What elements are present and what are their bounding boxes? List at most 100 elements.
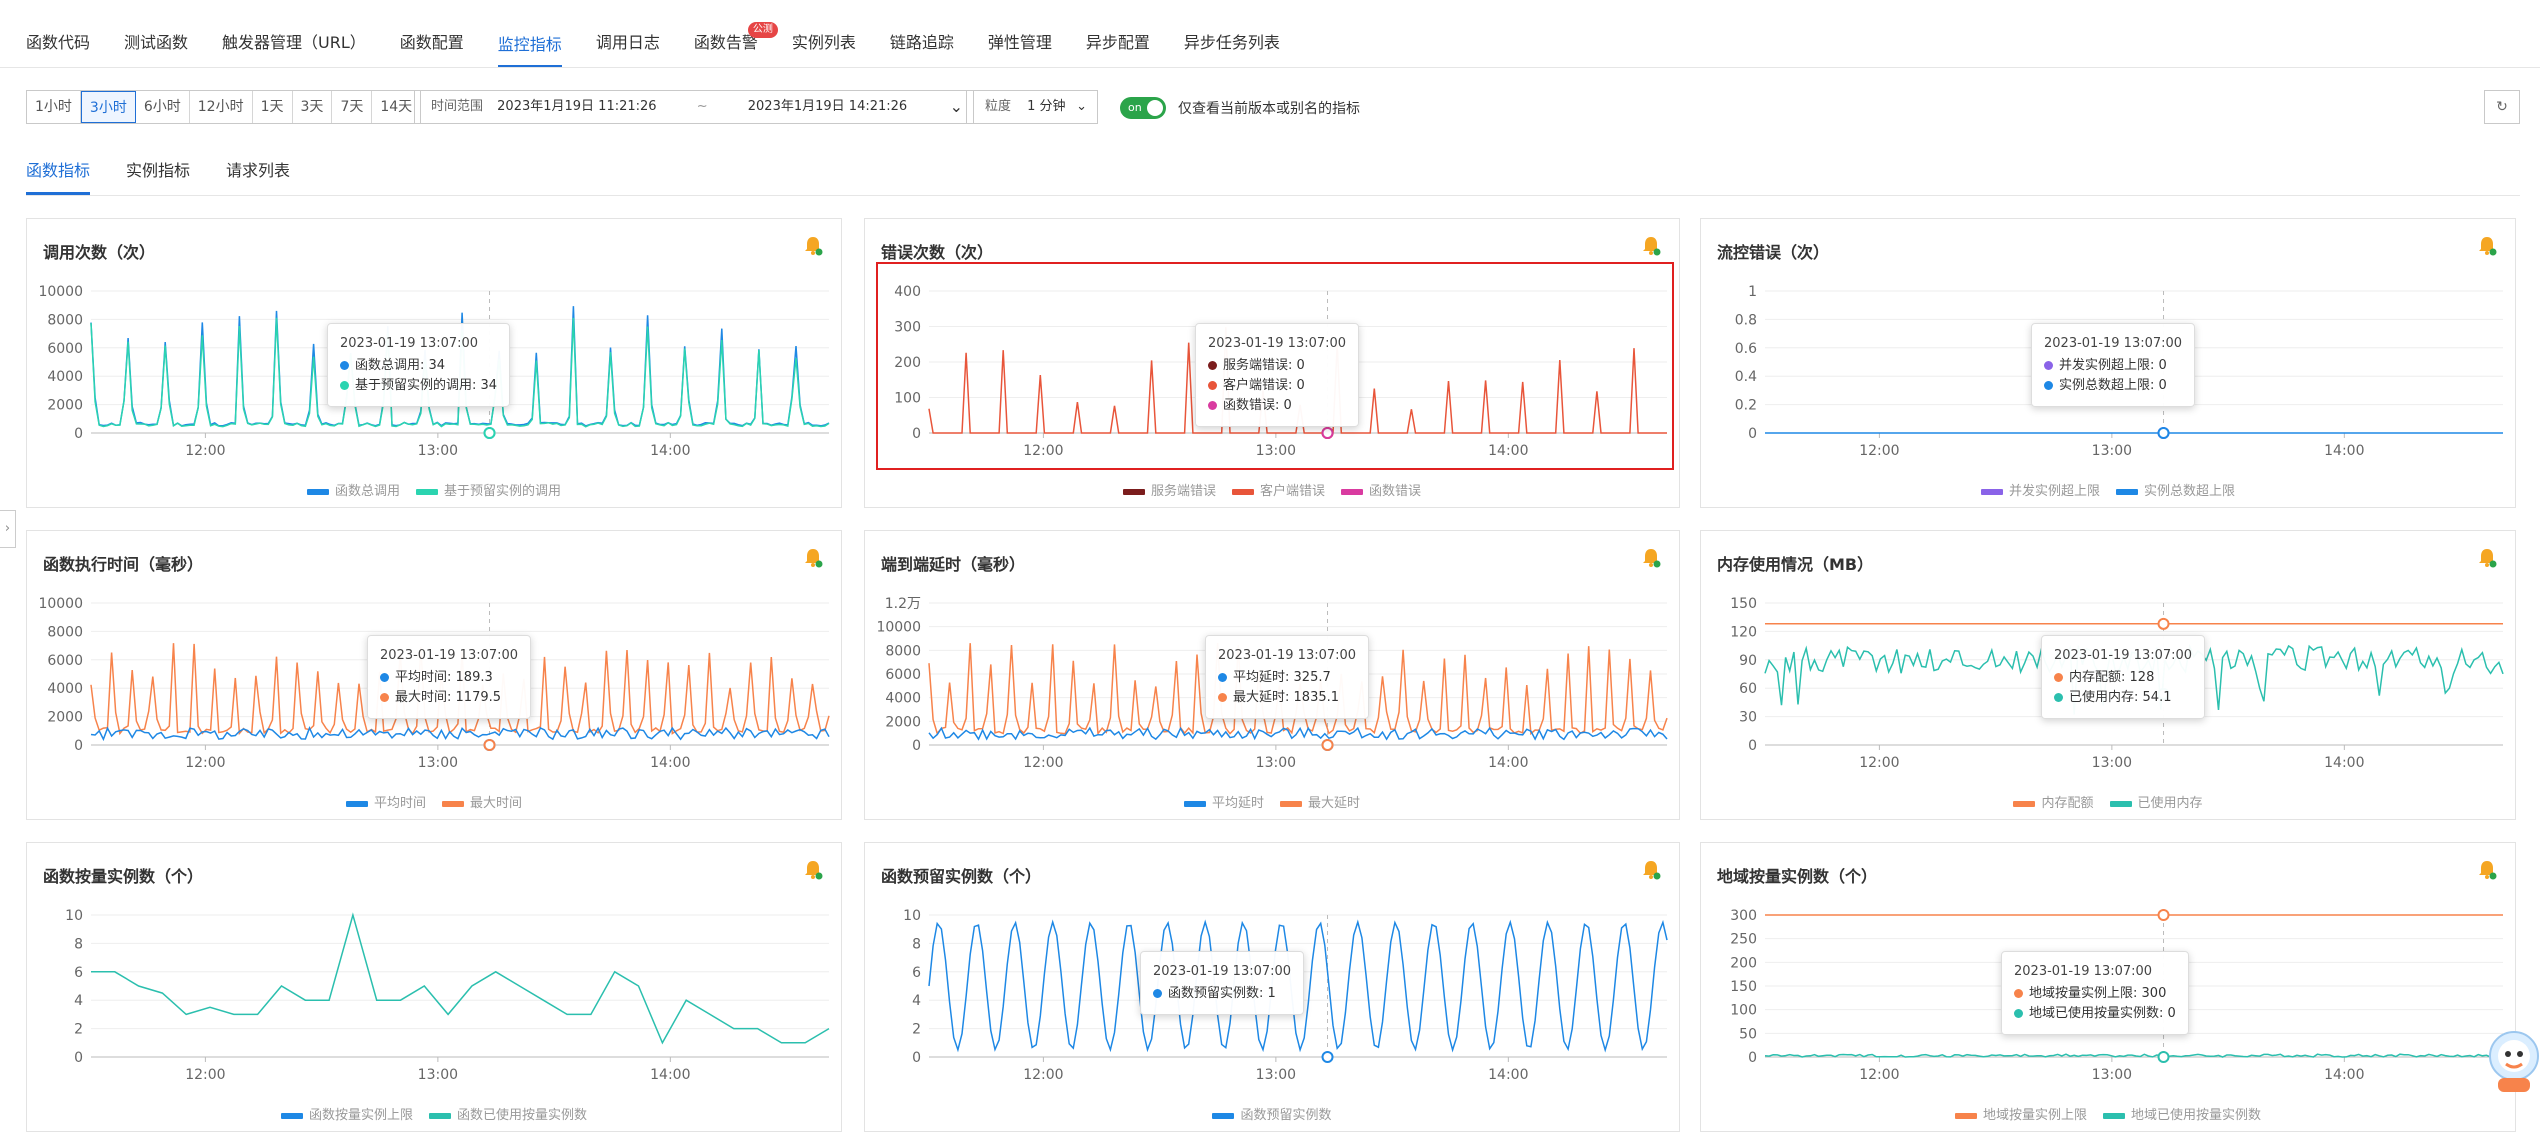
tooltip-series-label: 已使用内存 (2069, 690, 2135, 705)
tooltip-series-value: 300 (2141, 986, 2167, 1001)
y-tick-label: 2000 (47, 398, 83, 414)
legend-label: 最大延时 (1308, 796, 1361, 811)
assistant-avatar-icon[interactable] (2480, 1026, 2540, 1096)
tab-test-function[interactable]: 测试函数 (124, 18, 188, 68)
chart-card: 函数预留实例数（个） 10 8 6 4 2 0 12:00 13:00 14:00 函数预留实例数 2… (864, 842, 1680, 1132)
tooltip-separator: : (1275, 398, 1284, 413)
filter-bar: 1小时 3小时 6小时 12小时 1天 3天 7天 14天 时间范围 2023年… (26, 90, 2520, 124)
tab-trigger-management[interactable]: 触发器管理（URL） (222, 18, 366, 68)
tooltip-separator: : (1288, 378, 1297, 393)
y-tick-label: 1 (1748, 284, 1757, 300)
legend-item[interactable]: 已使用内存 (2109, 792, 2203, 811)
y-tick-label: 8 (912, 936, 921, 952)
tooltip-series-dot (2054, 673, 2063, 682)
hover-point-marker (2157, 617, 2170, 630)
legend-item[interactable]: 函数按量实例上限 (280, 1104, 413, 1123)
legend-swatch (442, 800, 464, 807)
chart-legend: 地域按量实例上限 地域已使用按量实例数 (1701, 1104, 2515, 1123)
tooltip-series-label: 函数错误 (1223, 398, 1276, 413)
tooltip-date: 2023-01-19 13:07:00 (340, 336, 479, 351)
granularity-select[interactable]: 粒度 1 分钟 ⌄ (966, 90, 1098, 124)
x-tick-label: 13:00 (418, 755, 458, 771)
range-3d-button[interactable]: 3天 (293, 91, 333, 123)
legend-item[interactable]: 平均延时 (1183, 792, 1264, 811)
y-tick-label: 100 (894, 391, 921, 407)
y-tick-label: 200 (1730, 955, 1757, 971)
range-12h-button[interactable]: 12小时 (190, 91, 253, 123)
legend-item[interactable]: 地域已使用按量实例数 (2103, 1104, 2261, 1123)
range-1d-button[interactable]: 1天 (253, 91, 293, 123)
tooltip-series-value: 325.7 (1293, 670, 1331, 685)
subtab-instance-metrics[interactable]: 实例指标 (126, 152, 190, 195)
legend-item[interactable]: 基于预留实例的调用 (416, 480, 561, 499)
tooltip-separator: : (447, 670, 456, 685)
tab-elastic-management[interactable]: 弹性管理 (988, 18, 1052, 68)
x-tick-label: 13:00 (418, 443, 458, 459)
side-panel-toggle[interactable]: › (0, 510, 16, 548)
subtab-request-list[interactable]: 请求列表 (226, 152, 290, 195)
legend-item[interactable]: 函数总调用 (306, 480, 400, 499)
tooltip-separator: : (1259, 986, 1268, 1001)
y-tick-label: 150 (1730, 979, 1757, 995)
tab-invocation-logs[interactable]: 调用日志 (596, 18, 660, 68)
y-tick-label: 0.2 (1735, 398, 1757, 414)
legend-label: 基于预留实例的调用 (444, 484, 562, 499)
tab-async-task-list[interactable]: 异步任务列表 (1184, 18, 1280, 68)
tab-async-config[interactable]: 异步配置 (1086, 18, 1150, 68)
tab-function-config[interactable]: 函数配置 (400, 18, 464, 68)
tooltip-date: 2023-01-19 13:07:00 (2054, 648, 2193, 663)
legend-item[interactable]: 并发实例超上限 (1980, 480, 2100, 499)
tooltip-separator: : (2121, 670, 2130, 685)
tooltip-row: 最大时间: 1179.5 (380, 688, 518, 708)
version-filter-label: 仅查看当前版本或别名的指标 (1178, 101, 1360, 117)
tooltip-row: 平均延时: 325.7 (1218, 668, 1356, 688)
legend-item[interactable]: 最大延时 (1280, 792, 1360, 811)
legend-swatch (416, 488, 438, 495)
y-tick-label: 0.8 (1735, 312, 1757, 328)
tooltip-series-dot (1218, 673, 1227, 682)
range-3h-button[interactable]: 3小时 (80, 91, 136, 123)
time-range-picker[interactable]: 时间范围 2023年1月19日 11:21:26 ~ 2023年1月19日 14… (414, 90, 974, 124)
version-filter-toggle[interactable]: on (1120, 97, 1166, 119)
legend-item[interactable]: 内存配额 (2013, 792, 2094, 811)
tab-function-alarms[interactable]: 函数告警 公测 (694, 18, 778, 68)
legend-item[interactable]: 服务端错误 (1122, 480, 1216, 499)
refresh-button[interactable]: ↻ (2484, 90, 2520, 124)
legend-item[interactable]: 函数错误 (1341, 480, 1421, 499)
y-tick-label: 6000 (885, 667, 921, 683)
range-1h-button[interactable]: 1小时 (27, 91, 81, 123)
tooltip-separator: : (472, 378, 481, 393)
range-6h-button[interactable]: 6小时 (136, 91, 190, 123)
legend-item[interactable]: 地域按量实例上限 (1954, 1104, 2087, 1123)
x-tick-label: 14:00 (650, 443, 690, 459)
tooltip-separator: : (1285, 670, 1294, 685)
range-7d-button[interactable]: 7天 (332, 91, 373, 123)
subtab-function-metrics[interactable]: 函数指标 (26, 152, 91, 195)
y-tick-label: 90 (1739, 653, 1757, 669)
y-tick-label: 4 (74, 993, 83, 1009)
legend-item[interactable]: 平均时间 (345, 792, 426, 811)
tab-monitoring-metrics[interactable]: 监控指标 (497, 20, 562, 68)
legend-item[interactable]: 最大时间 (442, 792, 522, 811)
tooltip-series-dot (380, 693, 389, 702)
toggle-knob (1147, 100, 1163, 116)
x-tick-label: 14:00 (2324, 443, 2364, 459)
tooltip-series-value: 128 (2129, 670, 2155, 685)
tooltip-series-label: 客户端错误 (1223, 378, 1289, 393)
y-tick-label: 4 (912, 993, 921, 1009)
legend-item[interactable]: 函数预留实例数 (1212, 1104, 1332, 1123)
y-tick-label: 300 (894, 320, 921, 336)
legend-item[interactable]: 函数已使用按量实例数 (429, 1104, 587, 1123)
tooltip-date: 2023-01-19 13:07:00 (2014, 964, 2153, 979)
metric-sub-tabs: 函数指标 实例指标 请求列表 (26, 152, 2520, 196)
tab-function-code[interactable]: 函数代码 (26, 18, 90, 68)
tab-tracing[interactable]: 链路追踪 (890, 18, 954, 68)
tooltip-series-dot (1208, 361, 1217, 370)
legend-item[interactable]: 实例总数超上限 (2116, 480, 2235, 499)
legend-swatch (2103, 1112, 2125, 1119)
beta-badge: 公测 (747, 22, 778, 38)
legend-item[interactable]: 客户端错误 (1231, 480, 1325, 499)
tab-instance-list[interactable]: 实例列表 (792, 18, 856, 68)
range-14d-button[interactable]: 14天 (372, 91, 420, 123)
y-tick-label: 2 (912, 1022, 921, 1038)
